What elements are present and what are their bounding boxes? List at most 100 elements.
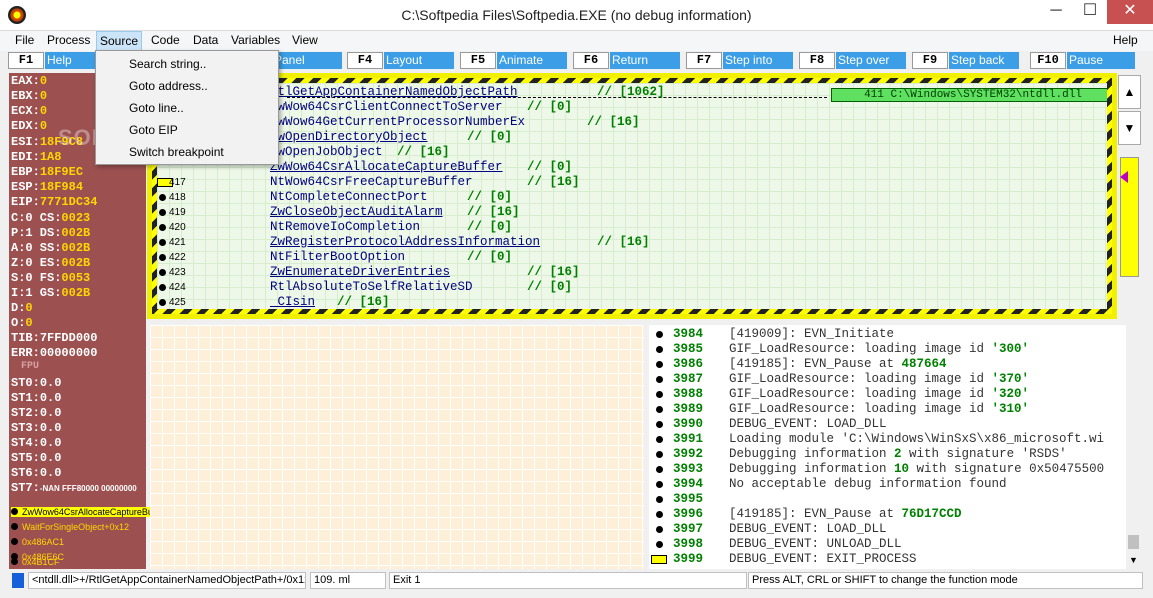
menu-view[interactable]: View: [292, 33, 318, 47]
breakpoint-dot-icon[interactable]: [159, 239, 166, 246]
menu-search-string[interactable]: Search string..: [129, 57, 206, 71]
menu-goto-address[interactable]: Goto address..: [129, 79, 208, 93]
maximize-button[interactable]: ☐: [1073, 0, 1107, 24]
stack-item[interactable]: 0x486AC1: [11, 537, 64, 547]
flag-register[interactable]: I:1 GS:002B: [11, 286, 90, 300]
flag-register[interactable]: D:0: [11, 301, 33, 315]
function-name[interactable]: ZwOpenJobObject: [270, 145, 383, 160]
fpu-register[interactable]: ST1:0.0: [11, 391, 61, 405]
log-dot-icon: [656, 496, 663, 503]
log-number: 3986: [673, 357, 704, 371]
menu-source[interactable]: Source: [96, 31, 143, 51]
breakpoint-dot-icon[interactable]: [159, 269, 166, 276]
menu-goto-eip[interactable]: Goto EIP: [129, 123, 178, 137]
flag-register[interactable]: C:0 CS:0023: [11, 211, 90, 225]
flag-register[interactable]: O:0: [11, 316, 33, 330]
function-name[interactable]: RtlGetAppContainerNamedObjectPath: [270, 85, 518, 100]
breakpoint-dot-icon[interactable]: [159, 284, 166, 291]
function-name[interactable]: ZwCloseObjectAuditAlarm: [270, 205, 443, 220]
breakpoint-dot-icon[interactable]: [159, 299, 166, 306]
fpu-register[interactable]: ST4:0.0: [11, 436, 61, 450]
function-name[interactable]: _CIsin: [270, 295, 315, 309]
log-text: [419009]: EVN_Initiate: [729, 327, 895, 341]
line-number: 421: [169, 237, 186, 248]
register-eax[interactable]: EAX:0: [11, 74, 47, 88]
register-eip[interactable]: EIP:7771DC34: [11, 195, 97, 209]
status-path: <ntdll.dll>+/RtlGetAppContainerNamedObje…: [28, 572, 306, 589]
close-button[interactable]: ✕: [1107, 0, 1153, 24]
comment: // [0]: [467, 220, 513, 234]
function-name[interactable]: ZwWow64CsrClientConnectToServer: [270, 100, 503, 115]
log-number: 3999: [673, 552, 704, 566]
function-name[interactable]: ZwRegisterProtocolAddressInformation: [270, 235, 540, 250]
window-title: C:\Softpedia Files\Softpedia.EXE (no deb…: [401, 7, 752, 23]
log-scrollbar[interactable]: ▼: [1126, 325, 1141, 569]
function-name[interactable]: ZwOpenDirectoryObject: [270, 130, 428, 145]
comment: // [16]: [337, 295, 390, 309]
log-text: DEBUG_EVENT: LOAD_DLL: [729, 522, 887, 536]
flag-register[interactable]: S:0 FS:0053: [11, 271, 90, 285]
log-dot-icon: [656, 421, 663, 428]
code-area[interactable]: 411 C:\Windows\SYSTEM32\ntdll.dll RtlGet…: [157, 83, 1107, 309]
function-name[interactable]: ZwEnumerateDriverEntries: [270, 265, 450, 280]
stack-item[interactable]: 0x4B1CF: [11, 557, 60, 567]
function-name[interactable]: NtCompleteConnectPort: [270, 190, 428, 205]
menu-help[interactable]: Help: [1113, 33, 1138, 47]
breakpoint-dot-icon[interactable]: [159, 254, 166, 261]
breakpoint-dot-icon[interactable]: [159, 224, 166, 231]
register-edx[interactable]: EDX:0: [11, 119, 47, 133]
menu-switch-breakpoint[interactable]: Switch breakpoint: [129, 145, 224, 159]
scroll-thumb[interactable]: [1128, 535, 1139, 549]
function-name[interactable]: NtWow64CsrFreeCaptureBuffer: [270, 175, 473, 190]
breakpoint-dot-icon[interactable]: [159, 209, 166, 216]
menu-goto-line[interactable]: Goto line..: [129, 101, 184, 115]
log-dot-icon: [656, 526, 663, 533]
log-dot-icon: [656, 511, 663, 518]
flag-register[interactable]: Z:0 ES:002B: [11, 256, 90, 270]
log-number: 3991: [673, 432, 704, 446]
menu-data[interactable]: Data: [193, 33, 218, 47]
scroll-down-button[interactable]: ▼: [1126, 553, 1141, 567]
function-name[interactable]: NtRemoveIoCompletion: [270, 220, 420, 235]
stack-item[interactable]: ZwWow64CsrAllocateCaptureBu: [11, 507, 153, 517]
menu-process[interactable]: Process: [47, 33, 90, 47]
menu-code[interactable]: Code: [151, 33, 180, 47]
fpu-register[interactable]: ST6:0.0: [11, 466, 61, 480]
register-err[interactable]: ERR:00000000: [11, 346, 97, 360]
register-edi[interactable]: EDI:1A8: [11, 150, 61, 164]
memory-grid-panel[interactable]: [150, 325, 644, 569]
breakpoint-dot-icon[interactable]: [159, 194, 166, 201]
log-number: 3990: [673, 417, 704, 431]
fpu-register[interactable]: ST3:0.0: [11, 421, 61, 435]
function-name[interactable]: ZwWow64CsrAllocateCaptureBuffer: [270, 160, 503, 175]
fpu-register[interactable]: ST2:0.0: [11, 406, 61, 420]
log-text: [419185]: EVN_Pause at 76D17CCD: [729, 507, 962, 521]
fpu-register[interactable]: ST5:0.0: [11, 451, 61, 465]
comment: // [0]: [527, 160, 573, 174]
register-ecx[interactable]: ECX:0: [11, 104, 47, 118]
scroll-down-button[interactable]: ▼: [1118, 111, 1141, 145]
log-text: DEBUG_EVENT: LOAD_DLL: [729, 417, 887, 431]
stack-item[interactable]: WaitForSingleObject+0x12: [11, 522, 129, 532]
register-tib[interactable]: TIB:7FFDD000: [11, 331, 97, 345]
flag-register[interactable]: P:1 DS:002B: [11, 226, 90, 240]
fpu-label: FPU: [21, 361, 40, 372]
log-text: GIF_LoadResource: loading image id '370': [729, 372, 1030, 386]
function-name[interactable]: RtlAbsoluteToSelfRelativeSD: [270, 280, 473, 295]
log-panel[interactable]: 3984 [419009]: EVN_Initiate 3985 GIF_LoadRe…: [649, 325, 1126, 569]
log-text: Loading module 'C:\Windows\WinSxS\x86_mi…: [729, 432, 1105, 446]
scroll-up-button[interactable]: ▲: [1118, 75, 1141, 109]
flag-register[interactable]: A:0 SS:002B: [11, 241, 90, 255]
register-ebp[interactable]: EBP:18F9EC: [11, 165, 83, 179]
register-ebx[interactable]: EBX:0: [11, 89, 47, 103]
menu-file[interactable]: File: [15, 33, 34, 47]
function-name[interactable]: ZwWow64GetCurrentProcessorNumberEx: [270, 115, 525, 130]
fpu-register[interactable]: ST0:0.0: [11, 376, 61, 390]
minimize-button[interactable]: ─: [1039, 0, 1073, 24]
code-view: 411 C:\Windows\SYSTEM32\ntdll.dll RtlGet…: [147, 73, 1117, 319]
register-esp[interactable]: ESP:18F984: [11, 180, 83, 194]
fpu-register[interactable]: ST7:-NAN FFF80000 00000000: [11, 481, 137, 495]
code-scrollbar[interactable]: ▲ ▼: [1118, 73, 1141, 319]
menu-variables[interactable]: Variables: [231, 33, 280, 47]
function-name[interactable]: NtFilterBootOption: [270, 250, 405, 265]
